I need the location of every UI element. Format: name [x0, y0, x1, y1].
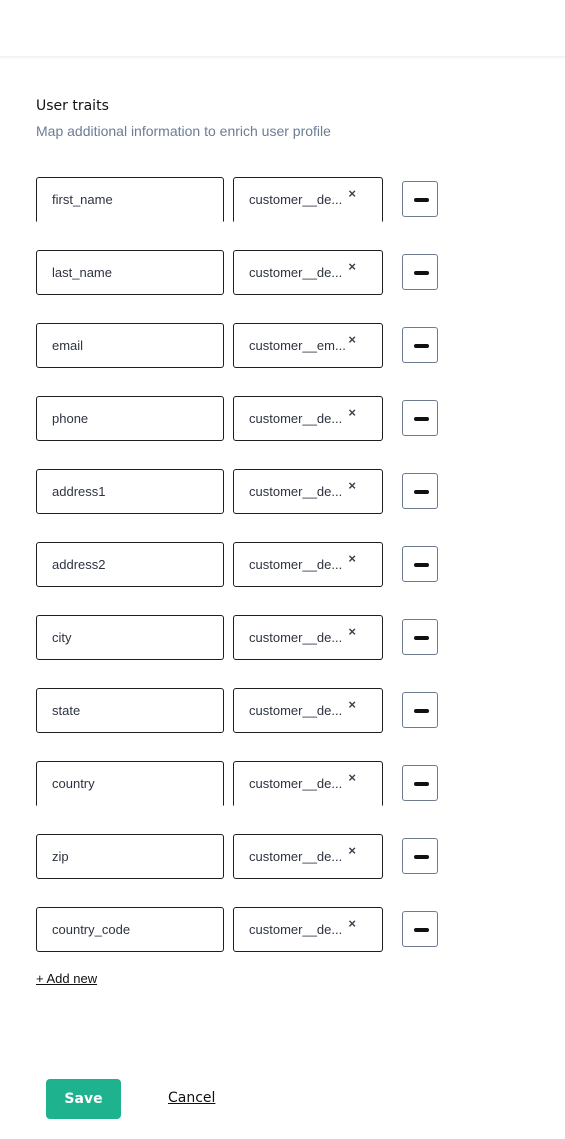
close-icon[interactable]: ×	[348, 829, 356, 872]
trait-value-text: customer__de...	[249, 557, 343, 572]
trait-value-text: customer__de...	[249, 265, 343, 280]
minus-icon	[414, 344, 429, 348]
trait-value-text: customer__de...	[249, 411, 343, 426]
trait-value-select[interactable]: customer__de... ×	[233, 542, 383, 587]
trait-mapping-row: address1 customer__de... ×	[36, 469, 446, 514]
section-subtitle: Map additional information to enrich use…	[36, 123, 331, 139]
minus-icon	[414, 198, 429, 202]
minus-icon	[414, 490, 429, 494]
trait-value-text: customer__em...	[249, 338, 346, 353]
trait-mapping-row: country_code customer__de... ×	[36, 907, 446, 952]
trait-mapping-row: country customer__de... ×	[36, 761, 446, 806]
remove-row-button[interactable]	[402, 765, 438, 801]
trait-value-select[interactable]: customer__de... ×	[233, 250, 383, 295]
remove-row-button[interactable]	[402, 400, 438, 436]
trait-key-input[interactable]: city	[36, 615, 224, 660]
trait-value-select[interactable]: customer__de... ×	[233, 907, 383, 952]
top-bar	[0, 0, 565, 57]
trait-mapping-row: city customer__de... ×	[36, 615, 446, 660]
cancel-link[interactable]: Cancel	[168, 1090, 215, 1106]
remove-row-button[interactable]	[402, 254, 438, 290]
trait-key-input[interactable]: email	[36, 323, 224, 368]
trait-key-input[interactable]: last_name	[36, 250, 224, 295]
trait-mapping-row: last_name customer__de... ×	[36, 250, 446, 295]
trait-value-select[interactable]: customer__de... ×	[233, 688, 383, 733]
trait-value-select[interactable]: customer__de... ×	[233, 615, 383, 660]
trait-key-input[interactable]: zip	[36, 834, 224, 879]
remove-row-button[interactable]	[402, 619, 438, 655]
close-icon[interactable]: ×	[348, 683, 356, 726]
close-icon[interactable]: ×	[348, 756, 356, 799]
section-title: User traits	[36, 98, 109, 114]
close-icon[interactable]: ×	[348, 464, 356, 507]
close-icon[interactable]: ×	[348, 245, 356, 288]
trait-key-input[interactable]: country_code	[36, 907, 224, 952]
trait-value-text: customer__de...	[249, 192, 343, 207]
add-new-link[interactable]: + Add new	[36, 971, 97, 986]
trait-mapping-row: email customer__em... ×	[36, 323, 446, 368]
trait-value-text: customer__de...	[249, 922, 343, 937]
minus-icon	[414, 782, 429, 786]
close-icon[interactable]: ×	[348, 537, 356, 580]
trait-value-text: customer__de...	[249, 703, 343, 718]
trait-value-select[interactable]: customer__de... ×	[233, 396, 383, 441]
trait-key-input[interactable]: state	[36, 688, 224, 733]
trait-mapping-list: first_name customer__de... × last_name custo…	[36, 177, 446, 980]
save-button[interactable]: Save	[46, 1079, 121, 1119]
close-icon[interactable]: ×	[348, 172, 356, 215]
minus-icon	[414, 855, 429, 859]
minus-icon	[414, 709, 429, 713]
trait-value-select[interactable]: customer__de... ×	[233, 469, 383, 514]
close-icon[interactable]: ×	[348, 318, 356, 361]
trait-key-input[interactable]: address1	[36, 469, 224, 514]
trait-key-input[interactable]: country	[36, 761, 224, 806]
close-icon[interactable]: ×	[348, 391, 356, 434]
minus-icon	[414, 563, 429, 567]
trait-value-select[interactable]: customer__em... ×	[233, 323, 383, 368]
remove-row-button[interactable]	[402, 838, 438, 874]
minus-icon	[414, 271, 429, 275]
minus-icon	[414, 417, 429, 421]
remove-row-button[interactable]	[402, 327, 438, 363]
trait-value-select[interactable]: customer__de... ×	[233, 177, 383, 222]
trait-value-text: customer__de...	[249, 630, 343, 645]
trait-mapping-row: address2 customer__de... ×	[36, 542, 446, 587]
trait-mapping-row: first_name customer__de... ×	[36, 177, 446, 222]
remove-row-button[interactable]	[402, 911, 438, 947]
remove-row-button[interactable]	[402, 692, 438, 728]
trait-value-text: customer__de...	[249, 776, 343, 791]
trait-value-select[interactable]: customer__de... ×	[233, 761, 383, 806]
trait-mapping-row: state customer__de... ×	[36, 688, 446, 733]
trait-key-input[interactable]: phone	[36, 396, 224, 441]
remove-row-button[interactable]	[402, 181, 438, 217]
minus-icon	[414, 636, 429, 640]
trait-value-text: customer__de...	[249, 849, 343, 864]
remove-row-button[interactable]	[402, 473, 438, 509]
trait-key-input[interactable]: address2	[36, 542, 224, 587]
trait-mapping-row: zip customer__de... ×	[36, 834, 446, 879]
trait-value-select[interactable]: customer__de... ×	[233, 834, 383, 879]
close-icon[interactable]: ×	[348, 610, 356, 653]
trait-value-text: customer__de...	[249, 484, 343, 499]
close-icon[interactable]: ×	[348, 902, 356, 945]
remove-row-button[interactable]	[402, 546, 438, 582]
user-traits-section: User traits Map additional information t…	[36, 98, 331, 139]
trait-mapping-row: phone customer__de... ×	[36, 396, 446, 441]
trait-key-input[interactable]: first_name	[36, 177, 224, 222]
minus-icon	[414, 928, 429, 932]
